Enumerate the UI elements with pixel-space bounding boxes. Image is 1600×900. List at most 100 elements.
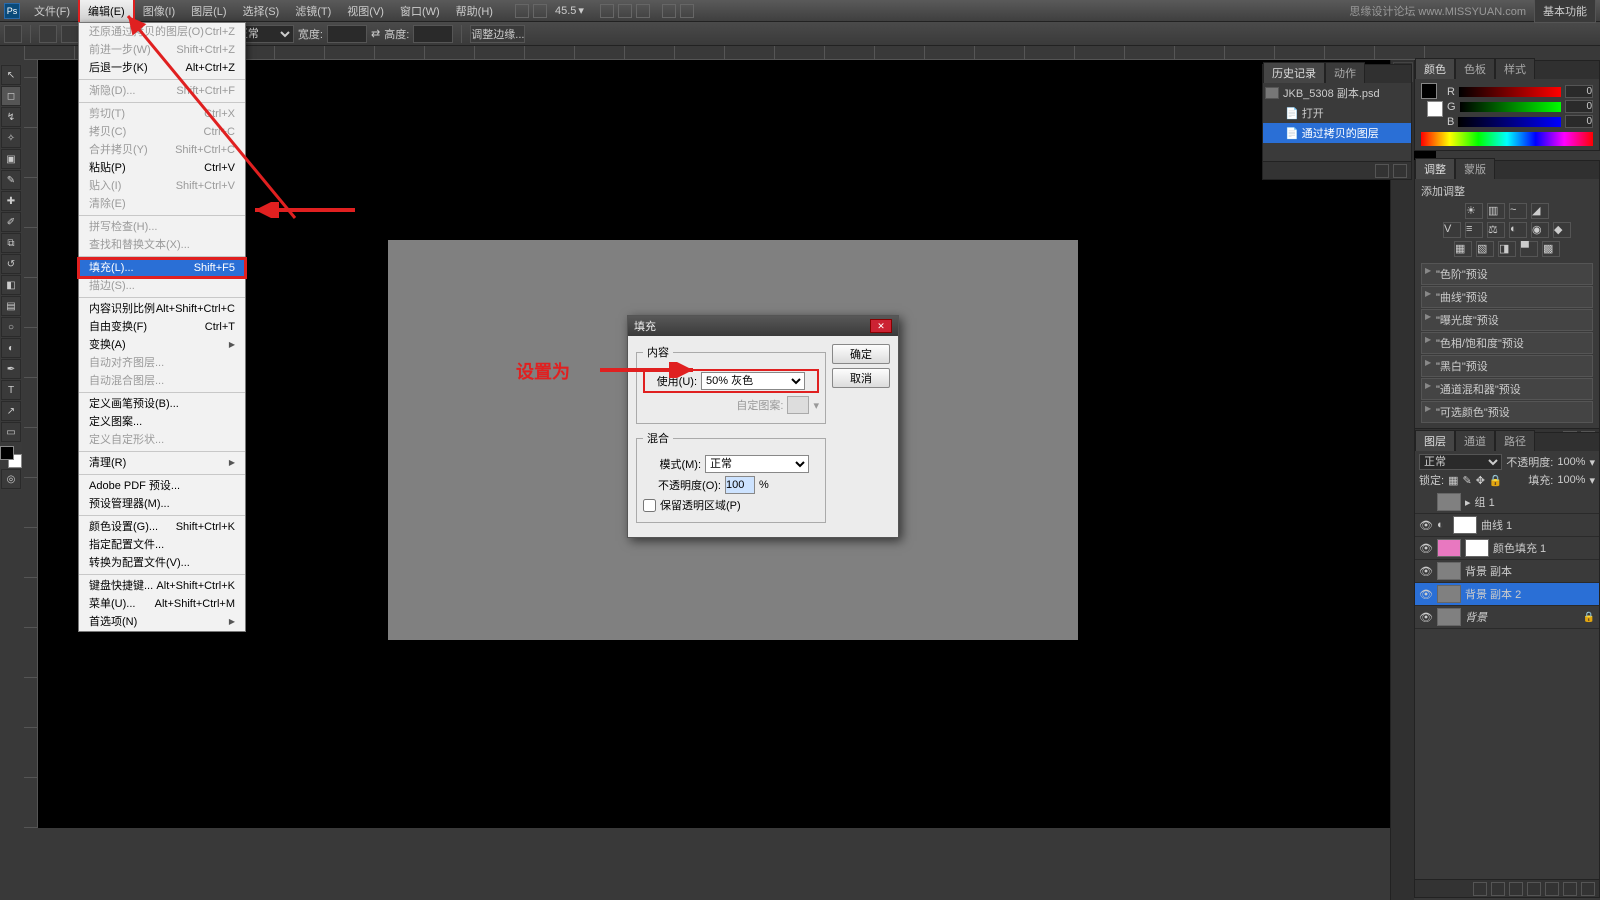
menu-item[interactable]: 颜色设置(G)...Shift+Ctrl+K <box>79 518 245 536</box>
menu-item[interactable]: 变换(A) <box>79 336 245 354</box>
history-new-icon[interactable] <box>1375 164 1389 178</box>
tab-swatches[interactable]: 色板 <box>1455 58 1495 79</box>
adj-layer-icon[interactable] <box>1527 882 1541 896</box>
fill-value[interactable]: 100% <box>1557 474 1585 486</box>
adj-levels-icon[interactable]: ▥ <box>1487 203 1505 219</box>
wand-tool-icon[interactable]: ✧ <box>1 128 21 148</box>
opacity-input[interactable] <box>725 476 755 494</box>
adj-poster-icon[interactable]: ▧ <box>1476 241 1494 257</box>
g-input[interactable] <box>1565 100 1593 113</box>
shape-tool-icon[interactable]: ▭ <box>1 422 21 442</box>
tab-paths[interactable]: 路径 <box>1495 430 1535 451</box>
history-doc[interactable]: JKB_5308 副本.psd <box>1263 83 1411 103</box>
tab-channels[interactable]: 通道 <box>1455 430 1495 451</box>
preset-row[interactable]: "通道混和器"预设 <box>1421 378 1593 400</box>
preserve-checkbox[interactable] <box>643 499 656 512</box>
menu-item[interactable]: 键盘快捷键...Alt+Shift+Ctrl+K <box>79 577 245 595</box>
tab-mask[interactable]: 蒙版 <box>1455 158 1495 179</box>
lock-pos-icon[interactable]: ✥ <box>1476 474 1485 487</box>
zoom-value[interactable]: 45.5 <box>555 5 576 17</box>
lasso-tool-icon[interactable]: ↯ <box>1 107 21 127</box>
adj-brightness-icon[interactable]: ☀ <box>1465 203 1483 219</box>
blur-tool-icon[interactable]: ○ <box>1 317 21 337</box>
dialog-titlebar[interactable]: 填充 ✕ <box>628 316 898 336</box>
eyedropper-tool-icon[interactable]: ✎ <box>1 170 21 190</box>
lock-all-icon[interactable]: 🔒 <box>1489 474 1503 487</box>
menu-item[interactable]: 预设管理器(M)... <box>79 495 245 513</box>
group-icon[interactable] <box>1545 882 1559 896</box>
menu-item[interactable]: 内容识别比例Alt+Shift+Ctrl+C <box>79 300 245 318</box>
preset-row[interactable]: "曲线"预设 <box>1421 286 1593 308</box>
extras-icon[interactable] <box>680 4 694 18</box>
layer-row[interactable]: 👁背景 副本 2 <box>1415 583 1599 606</box>
type-tool-icon[interactable]: T <box>1 380 21 400</box>
adj-mixer-icon[interactable]: ◆ <box>1553 222 1571 238</box>
tab-styles[interactable]: 样式 <box>1495 58 1535 79</box>
lock-pixels-icon[interactable]: ✎ <box>1462 474 1471 487</box>
adj-curves-icon[interactable]: ~ <box>1509 203 1527 219</box>
history-brush-icon[interactable]: ↺ <box>1 254 21 274</box>
move-tool-icon[interactable]: ↖ <box>1 65 21 85</box>
blend-select[interactable]: 正常 <box>1419 454 1502 470</box>
layer-row[interactable]: 👁颜色填充 1 <box>1415 537 1599 560</box>
adj-threshold-icon[interactable]: ◨ <box>1498 241 1516 257</box>
trash-icon[interactable] <box>1581 882 1595 896</box>
menu-item[interactable]: 指定配置文件... <box>79 536 245 554</box>
arrange-icon[interactable] <box>662 4 676 18</box>
fx-icon[interactable] <box>1491 882 1505 896</box>
layer-row[interactable]: 👁背景🔒 <box>1415 606 1599 629</box>
adj-hue-icon[interactable]: ≡ <box>1465 222 1483 238</box>
menu-item[interactable]: 菜单(U)...Alt+Shift+Ctrl+M <box>79 595 245 613</box>
menu-item[interactable]: 定义图案... <box>79 413 245 431</box>
menu-item[interactable]: 填充(L)...Shift+F5 <box>79 259 245 277</box>
fg-swatch[interactable] <box>1421 83 1437 99</box>
use-select[interactable]: 50% 灰色 <box>701 372 805 390</box>
rotate-icon[interactable] <box>636 4 650 18</box>
layer-row[interactable]: ▸组 1 <box>1415 491 1599 514</box>
menu-item[interactable]: 清理(R) <box>79 454 245 472</box>
mask-icon[interactable] <box>1509 882 1523 896</box>
adj-bw-icon[interactable]: ◐ <box>1509 222 1527 238</box>
spectrum-bar[interactable] <box>1421 132 1593 146</box>
preset-row[interactable]: "色相/饱和度"预设 <box>1421 332 1593 354</box>
close-icon[interactable]: ✕ <box>870 319 892 333</box>
lock-trans-icon[interactable]: ▦ <box>1448 474 1458 487</box>
zoom-icon[interactable] <box>618 4 632 18</box>
gradient-tool-icon[interactable]: ▤ <box>1 296 21 316</box>
selection-new-icon[interactable] <box>39 25 57 43</box>
tab-layers[interactable]: 图层 <box>1415 430 1455 451</box>
fg-bg-swatch[interactable] <box>0 446 22 468</box>
selection-add-icon[interactable] <box>61 25 79 43</box>
link-icon[interactable] <box>1473 882 1487 896</box>
preset-row[interactable]: "曝光度"预设 <box>1421 309 1593 331</box>
refine-edge-button[interactable]: 调整边缘... <box>470 25 525 43</box>
history-delete-icon[interactable] <box>1393 164 1407 178</box>
adj-vibrance-icon[interactable]: V <box>1443 222 1461 238</box>
brush-tool-icon[interactable]: ✐ <box>1 212 21 232</box>
menu-item[interactable]: 定义画笔预设(B)... <box>79 395 245 413</box>
tab-history[interactable]: 历史记录 <box>1263 62 1325 83</box>
menu-help[interactable]: 帮助(H) <box>448 0 501 22</box>
adj-exposure-icon[interactable]: ◢ <box>1531 203 1549 219</box>
adj-colorbalance-icon[interactable]: ⚖ <box>1487 222 1505 238</box>
r-input[interactable] <box>1565 85 1593 98</box>
menu-window[interactable]: 窗口(W) <box>392 0 448 22</box>
preset-row[interactable]: "色阶"预设 <box>1421 263 1593 285</box>
adj-photo-icon[interactable]: ◉ <box>1531 222 1549 238</box>
mode-select[interactable]: 正常 <box>705 455 809 473</box>
pen-tool-icon[interactable]: ✒ <box>1 359 21 379</box>
preset-row[interactable]: "黑白"预设 <box>1421 355 1593 377</box>
bg-swatch[interactable] <box>1427 101 1443 117</box>
layer-row[interactable]: 👁◐曲线 1 <box>1415 514 1599 537</box>
preset-row[interactable]: "可选颜色"预设 <box>1421 401 1593 423</box>
new-layer-icon[interactable] <box>1563 882 1577 896</box>
hand-icon[interactable] <box>600 4 614 18</box>
heal-tool-icon[interactable]: ✚ <box>1 191 21 211</box>
eraser-tool-icon[interactable]: ◧ <box>1 275 21 295</box>
marquee-tool-icon[interactable]: ◻ <box>1 86 21 106</box>
launch-bridge-icon[interactable] <box>515 4 529 18</box>
ok-button[interactable]: 确定 <box>832 344 890 364</box>
menu-file[interactable]: 文件(F) <box>26 0 78 22</box>
dodge-tool-icon[interactable]: ◐ <box>1 338 21 358</box>
adj-invert-icon[interactable]: ▦ <box>1454 241 1472 257</box>
